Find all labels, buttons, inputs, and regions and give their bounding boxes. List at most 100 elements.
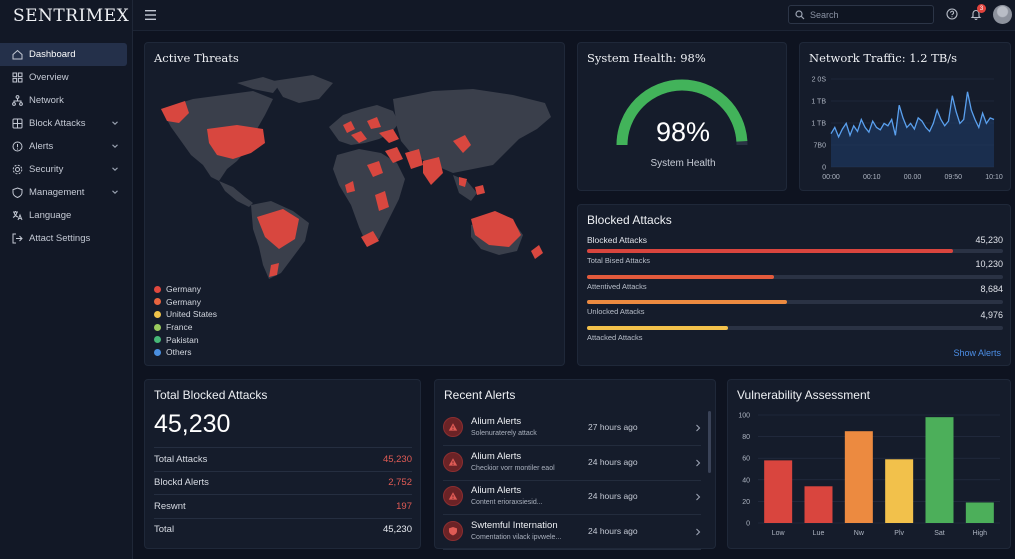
sidebar-item-dashboard[interactable]: Dashboard	[0, 43, 127, 66]
health-label: System Health	[650, 158, 716, 169]
blocked-attack-value: 45,230	[975, 235, 1003, 245]
y-tick-label: 100	[738, 413, 750, 420]
network-traffic-title: Network Traffic: 1.2 TB/s	[809, 51, 958, 65]
alert-title: Alium Alerts	[471, 485, 522, 497]
blocked-attack-value: 10,230	[975, 258, 1003, 269]
x-tick-label: Lue	[813, 530, 825, 537]
bar[interactable]	[885, 459, 914, 523]
sidebar-item-label: Security	[29, 164, 64, 175]
legend-label: France	[166, 322, 193, 333]
blocked-attacks-card: Blocked Attacks Blocked Attacks 45,230 Tot…	[577, 204, 1011, 366]
language-icon	[12, 211, 23, 221]
sidebar: SENTRIMEX Dashboard Overview Network Block …	[0, 0, 133, 559]
sidebar-item-label: Attact Settings	[29, 233, 91, 244]
alerts-scrollbar[interactable]	[708, 411, 711, 473]
show-alerts-link[interactable]: Show Alerts	[953, 348, 1001, 358]
chevron-right-icon[interactable]	[695, 459, 701, 467]
legend-item: Germany	[154, 296, 217, 309]
search-input[interactable]	[810, 9, 930, 20]
x-tick-label: 00.00	[904, 174, 922, 181]
legend-label: Germany	[166, 296, 201, 307]
bar[interactable]	[804, 486, 833, 523]
system-health-card: System Health: 98% 98% System Health	[577, 42, 787, 191]
sidebar-item-attact-settings[interactable]: Attact Settings	[0, 227, 133, 250]
chevron-right-icon[interactable]	[695, 528, 701, 536]
y-tick-label: 20	[742, 499, 750, 506]
menu-icon[interactable]	[145, 10, 156, 20]
alert-time: 24 hours ago	[588, 525, 638, 536]
alert-item[interactable]: Alium Alerts Content erioraxsiesid... 24 h…	[443, 481, 701, 516]
chevron-down-icon[interactable]	[111, 188, 119, 196]
sidebar-item-language[interactable]: Language	[0, 204, 133, 227]
sidebar-item-label: Network	[29, 95, 64, 106]
chevron-right-icon[interactable]	[695, 493, 701, 501]
brand-logo[interactable]: SENTRIMEX	[13, 6, 129, 26]
legend-item: France	[154, 321, 217, 334]
blocked-attack-value: 4,976	[980, 309, 1003, 320]
help-icon[interactable]	[946, 8, 958, 20]
avatar[interactable]	[993, 5, 1012, 24]
search-box[interactable]	[788, 5, 934, 24]
sidebar-item-label: Alerts	[29, 141, 54, 152]
sidebar-item-network[interactable]: Network	[0, 89, 133, 112]
legend-dot	[154, 323, 161, 331]
system-health-title: System Health: 98%	[587, 51, 706, 65]
legend-item: United States	[154, 308, 217, 321]
alert-time: 24 hours ago	[588, 456, 638, 467]
x-tick-label: 10:10	[985, 174, 1003, 181]
active-threats-title: Active Threats	[154, 51, 239, 65]
progress-fill	[587, 274, 775, 279]
sidebar-item-block-attacks[interactable]: Block Attacks	[0, 112, 133, 135]
totals-row: Reswnt 197	[154, 494, 412, 517]
alert-description: Content erioraxsiesid...	[471, 499, 543, 507]
health-value: 98%	[655, 117, 711, 147]
x-tick-label: High	[973, 530, 988, 537]
bar[interactable]	[965, 502, 994, 523]
chevron-down-icon[interactable]	[111, 119, 119, 127]
gear-icon	[12, 164, 23, 175]
legend-dot	[154, 310, 161, 318]
world-map[interactable]	[153, 69, 558, 283]
sidebar-item-alerts[interactable]: Alerts	[0, 135, 133, 158]
legend-item: Pakistan	[154, 333, 217, 346]
y-tick-label: 40	[742, 477, 750, 484]
active-threats-card: Active Threats Germany Germany United St…	[144, 42, 565, 366]
sidebar-item-management[interactable]: Management	[0, 181, 133, 204]
sidebar-item-label: Overview	[29, 72, 69, 83]
blocked-attack-sub: Attacked Attacks	[587, 332, 643, 342]
network-icon	[12, 95, 23, 106]
sidebar-nav: Dashboard Overview Network Block Attacks Ale…	[0, 43, 133, 250]
totals-label: Blockd Alerts	[154, 477, 209, 489]
grid-icon	[12, 72, 23, 83]
x-tick-label: 09:50	[944, 174, 962, 181]
alert-item[interactable]: Alium Alerts Solenuraterely attack 27 hour…	[443, 412, 701, 446]
y-tick-label: 60	[742, 456, 750, 463]
sidebar-item-label: Dashboard	[29, 49, 76, 60]
bar[interactable]	[844, 431, 873, 523]
totals-row: Total 45,230	[154, 517, 412, 541]
alert-item[interactable]: Alium Alerts Checkior vorr montiler eaol 2…	[443, 447, 701, 481]
blocked-attack-sub: Total Bised Attacks	[587, 256, 650, 265]
alert-description: Comentation vilack ipvwele...	[471, 533, 562, 541]
sidebar-item-security[interactable]: Security	[0, 158, 133, 181]
chevron-down-icon[interactable]	[111, 142, 119, 150]
alert-title: Alium Alerts	[471, 450, 522, 462]
totals-value: 2,752	[388, 477, 412, 489]
alert-time: 27 hours ago	[588, 422, 638, 432]
blocked-attacks-title: Blocked Attacks	[587, 213, 672, 227]
legend-dot	[154, 298, 161, 306]
sidebar-item-overview[interactable]: Overview	[0, 66, 133, 89]
totals-row: Blockd Alerts 2,752	[154, 470, 412, 494]
y-tick-label: 1 TB	[811, 99, 826, 106]
alert-description: Checkior vorr montiler eaol	[471, 464, 555, 472]
total-blocked-number: 45,230	[154, 410, 231, 438]
x-tick-label: 00:00	[822, 174, 840, 181]
totals-value: 197	[396, 500, 412, 512]
alert-item[interactable]: Swtemful Internation Comentation vilack i…	[443, 516, 701, 550]
bar[interactable]	[925, 417, 954, 523]
bar[interactable]	[764, 460, 793, 523]
chevron-down-icon[interactable]	[111, 165, 119, 173]
shield-icon	[12, 187, 23, 198]
shield-icon	[443, 520, 463, 541]
chevron-right-icon[interactable]	[695, 424, 701, 432]
